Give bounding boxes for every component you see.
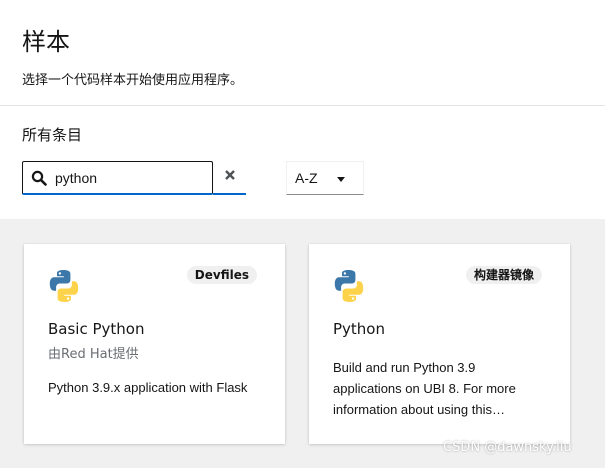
watermark: CSDN @dawnsky.liu xyxy=(443,440,572,455)
sort-dropdown[interactable]: A-Z xyxy=(286,161,364,195)
devfile-badge: Devfiles xyxy=(186,266,257,284)
python-logo-icon xyxy=(49,270,79,302)
section-title: 所有条目 xyxy=(22,126,83,144)
page-description: 选择一个代码样本开始使用应用程序。 xyxy=(22,73,244,88)
caret-down-icon xyxy=(337,177,345,182)
catalog-card-python[interactable]: 构建器镜像 Python Build and run Python 3.9 ap… xyxy=(309,244,570,444)
search-icon xyxy=(23,162,55,194)
card-title: Python xyxy=(333,320,385,338)
page-title: 样本 xyxy=(22,28,70,56)
clear-search-button[interactable] xyxy=(213,161,246,195)
builder-image-badge: 构建器镜像 xyxy=(465,266,542,284)
page-header: 样本 选择一个代码样本开始使用应用程序。 xyxy=(0,0,605,106)
sort-selected-value: A-Z xyxy=(295,170,318,186)
card-provider: 由Red Hat提供 xyxy=(48,347,139,362)
search-box[interactable] xyxy=(22,161,213,195)
card-title: Basic Python xyxy=(48,320,145,338)
card-description: Build and run Python 3.9 applications on… xyxy=(333,360,516,417)
close-icon xyxy=(224,168,236,186)
card-description: Python 3.9.x application with Flask xyxy=(48,380,248,395)
catalog-card-basic-python[interactable]: Devfiles Basic Python 由Red Hat提供 Python … xyxy=(24,244,285,444)
python-logo-icon xyxy=(334,270,364,302)
search-input[interactable] xyxy=(55,163,205,192)
